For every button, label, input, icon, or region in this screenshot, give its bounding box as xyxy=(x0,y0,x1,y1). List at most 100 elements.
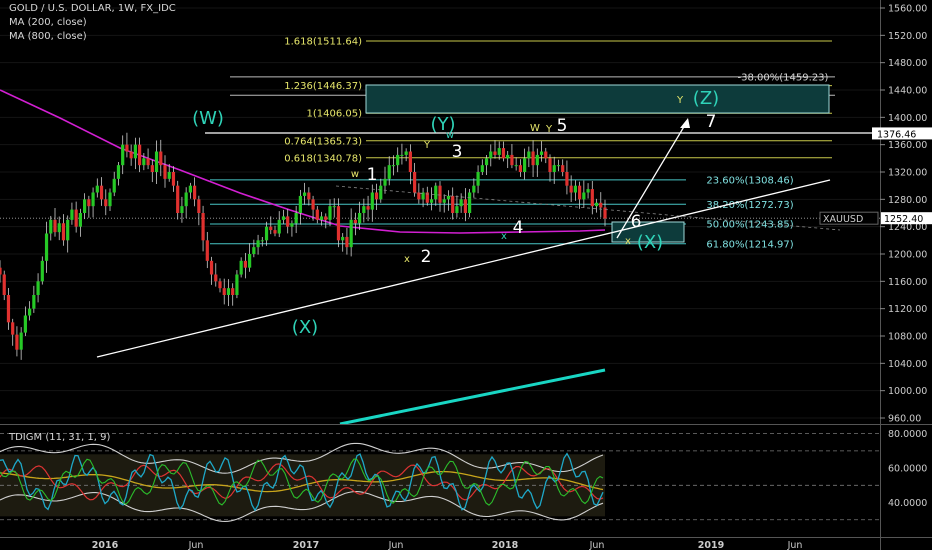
candle-body xyxy=(307,192,311,200)
candle-body xyxy=(133,144,137,159)
candle-body xyxy=(125,144,129,152)
candle-body xyxy=(171,172,176,186)
candle-body xyxy=(197,199,201,213)
candle-body xyxy=(0,267,2,275)
candle-body xyxy=(383,178,387,186)
price-tick-label: 1440.00 xyxy=(888,86,927,97)
candle-body xyxy=(379,185,383,200)
candle-body xyxy=(277,219,281,234)
time-tick-label: Jun xyxy=(787,540,803,550)
candle-body xyxy=(349,219,353,248)
candle-body xyxy=(61,223,66,241)
time-tick-label: Jun xyxy=(589,540,605,550)
wave-label: 1 xyxy=(367,165,378,185)
candle-body xyxy=(582,192,586,200)
fib-extension-label: 1.618(1511.64) xyxy=(284,37,362,48)
candle-body xyxy=(328,206,332,220)
marker-price-value: 1376.46 xyxy=(877,129,916,140)
candle-body xyxy=(44,233,49,261)
wave-label: (X) xyxy=(292,317,318,338)
candle-body xyxy=(451,195,455,213)
candle-body xyxy=(163,165,167,179)
candle-body xyxy=(561,165,565,172)
price-tick-label: 1040.00 xyxy=(888,359,927,370)
candle-body xyxy=(57,223,61,233)
candle-body xyxy=(523,158,527,172)
candle-body xyxy=(332,206,336,208)
candle-body xyxy=(599,202,603,208)
symbol-label: XAUUSD xyxy=(823,214,863,225)
candle-body xyxy=(446,195,451,200)
candle-body xyxy=(23,315,27,333)
fib-retracement-label: 38.20%(1272.73) xyxy=(706,200,793,211)
fib-retracement-label: 61.80%(1214.97) xyxy=(706,239,793,250)
candle-body xyxy=(506,154,510,159)
fib-retracement-label: -38.00%(1459.23) xyxy=(738,72,829,83)
wave-sublabel: Y xyxy=(423,140,431,151)
candle-body xyxy=(95,185,99,193)
candle-body xyxy=(239,260,243,275)
candle-body xyxy=(66,219,70,241)
indicator-tick-label: 80.0000 xyxy=(888,429,927,440)
candle-body xyxy=(362,206,366,213)
candle-body xyxy=(70,209,74,220)
candle-body xyxy=(40,260,44,282)
wave-label: (Z) xyxy=(693,88,719,109)
candle-body xyxy=(214,274,218,282)
candle-body xyxy=(434,185,438,200)
time-tick-label: 2016 xyxy=(92,540,119,550)
candle-body xyxy=(336,206,341,241)
candle-body xyxy=(108,192,112,207)
candle-body xyxy=(366,206,370,210)
candle-body xyxy=(514,165,518,167)
wave-sublabel: w xyxy=(351,169,359,180)
target-box-upper xyxy=(365,84,830,114)
candle-body xyxy=(353,219,357,224)
candle-body xyxy=(468,192,472,213)
candle-body xyxy=(387,165,391,179)
candle-body xyxy=(142,158,146,166)
candle-body xyxy=(256,240,260,248)
time-axis[interactable]: 2016 Jun 2017 Jun 2018 Jun 2019 Jun xyxy=(0,537,932,550)
indicator-axis: 80.0000 60.0000 40.0000 xyxy=(888,429,927,509)
candle-body xyxy=(493,151,497,155)
candle-body xyxy=(315,209,319,220)
candle-body xyxy=(497,148,501,155)
candle-body xyxy=(252,247,256,254)
wave-sublabel: Y xyxy=(545,124,553,135)
price-tick-label: 1000.00 xyxy=(888,386,927,397)
candle-body xyxy=(484,158,489,166)
wave-sublabel: W xyxy=(530,123,540,134)
candle-body xyxy=(438,185,442,203)
price-tick-label: 1320.00 xyxy=(888,168,927,179)
candle-body xyxy=(150,165,154,172)
fib-extension-label: 0.618(1340.78) xyxy=(284,153,362,164)
candle-body xyxy=(78,213,82,227)
wave-sublabel: x xyxy=(404,254,410,265)
wave-sublabel: Y xyxy=(676,95,684,106)
candle-body xyxy=(489,151,493,159)
candle-body xyxy=(19,332,23,350)
candle-body xyxy=(535,154,539,166)
wave-sublabel: x xyxy=(625,236,631,247)
time-tick-label: 2019 xyxy=(698,540,724,550)
candle-body xyxy=(569,185,573,193)
chart-canvas[interactable]: 1.618(1511.64) 1.236(1446.37) 1(1406.05) 0.… xyxy=(0,0,932,550)
ma200-legend: MA (200, close) xyxy=(9,17,87,28)
candle-body xyxy=(83,199,87,213)
candle-body xyxy=(400,154,404,156)
candle-body xyxy=(2,274,6,295)
price-tick-label: 1360.00 xyxy=(888,140,927,151)
candle-body xyxy=(264,226,269,241)
wave-label: (X) xyxy=(637,232,663,253)
candle-body xyxy=(28,308,32,316)
candle-body xyxy=(324,216,328,220)
candle-body xyxy=(15,334,19,350)
candle-body xyxy=(586,189,590,193)
candle-body xyxy=(248,254,252,268)
candle-body xyxy=(319,216,324,220)
candle-body xyxy=(138,144,142,166)
candle-body xyxy=(188,185,192,193)
candle-body xyxy=(36,281,40,295)
candle-body xyxy=(281,216,286,220)
